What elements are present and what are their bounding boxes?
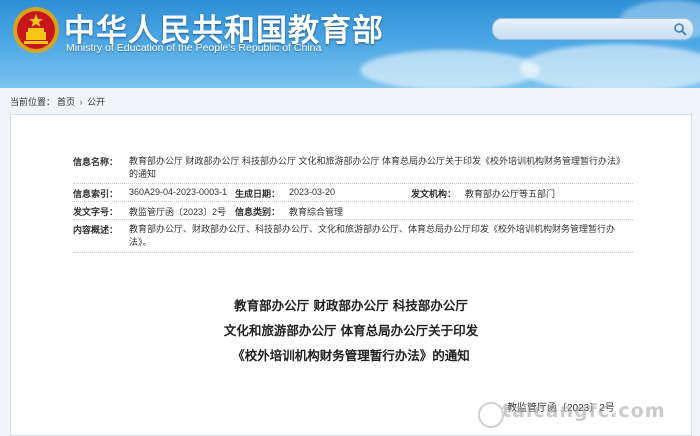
watermark-logo-icon	[478, 402, 504, 428]
breadcrumb: 当前位置： 首页 › 公开	[10, 95, 107, 108]
cloud-decoration	[520, 44, 700, 88]
metadata-row-summary: 内容概述： 教育部办公厅、财政部办公厅、科技部办公厅、文化和旅游部办公厅、体育总…	[73, 220, 633, 253]
site-subtitle: Ministry of Education of the People's Re…	[66, 42, 322, 54]
breadcrumb-home-link[interactable]: 首页	[57, 97, 75, 107]
document-title-line-1: 教育部办公厅 财政部办公厅 科技部办公厅	[234, 298, 468, 313]
category-value: 教育综合管理	[289, 207, 344, 217]
date-value: 2023-03-20	[289, 187, 336, 197]
search-icon[interactable]	[673, 22, 687, 36]
metadata-row-doc-code: 发文字号： 教监管厅函〔2023〕2号 信息类别： 教育综合管理	[73, 202, 633, 220]
issuer-label: 发文机构：	[411, 189, 457, 199]
national-emblem-icon[interactable]	[12, 6, 60, 54]
document-title-line-2: 文化和旅游部办公厅 体育总局办公厅关于印发	[223, 323, 479, 338]
breadcrumb-public-link[interactable]: 公开	[87, 97, 105, 107]
info-name-value: 教育部办公厅 财政部办公厅 科技部办公厅 文化和旅游部办公厅 体育总局办公厅关于…	[129, 156, 626, 179]
breadcrumb-prefix: 当前位置：	[10, 97, 56, 107]
category-label: 信息类别：	[235, 207, 281, 217]
site-header: 中华人民共和国教育部 Ministry of Education of the …	[0, 0, 700, 88]
content-panel: 信息名称： 教育部办公厅 财政部办公厅 科技部办公厅 文化和旅游部办公厅 体育总…	[10, 114, 692, 436]
watermark-text: taicangfc.com	[502, 400, 666, 422]
doc-code-value: 教监管厅函〔2023〕2号	[129, 207, 227, 217]
index-value: 360A29-04-2023-0003-1	[129, 187, 228, 197]
date-label: 生成日期：	[235, 189, 281, 199]
summary-label: 内容概述：	[73, 225, 119, 235]
search-input[interactable]	[492, 18, 694, 40]
index-label: 信息索引：	[73, 189, 119, 199]
summary-value: 教育部办公厅、财政部办公厅、科技部办公厅、文化和旅游部办公厅、体育总局办公厅印发…	[129, 224, 616, 247]
issuer-value: 教育部办公厅等五部门	[465, 189, 556, 199]
metadata-table: 信息名称： 教育部办公厅 财政部办公厅 科技部办公厅 文化和旅游部办公厅 体育总…	[73, 151, 633, 253]
doc-code-label: 发文字号：	[73, 207, 119, 217]
info-name-label: 信息名称：	[73, 157, 119, 167]
breadcrumb-separator: ›	[79, 97, 83, 107]
cloud-decoration	[360, 50, 540, 88]
metadata-row-info-name: 信息名称： 教育部办公厅 财政部办公厅 科技部办公厅 文化和旅游部办公厅 体育总…	[73, 151, 633, 184]
document-title-line-3: 《校外培训机构财务管理暂行办法》的通知	[232, 348, 470, 363]
metadata-row-index: 信息索引： 360A29-04-2023-0003-1 生成日期： 2023-0…	[73, 184, 633, 202]
